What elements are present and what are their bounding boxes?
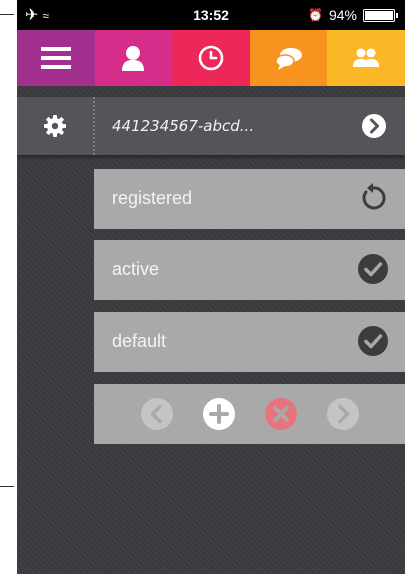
- hamburger-icon: [40, 47, 71, 69]
- refresh-icon[interactable]: [357, 182, 389, 219]
- tab-chat[interactable]: [249, 30, 328, 86]
- row-label: default: [112, 331, 167, 351]
- group-icon: [353, 48, 380, 67]
- device-go-button[interactable]: [361, 113, 387, 144]
- edge-marker-bottom: [0, 486, 14, 487]
- row-label: registered: [112, 188, 193, 208]
- x-circle-icon: [264, 398, 297, 430]
- battery-fill: [365, 10, 394, 20]
- chat-bubbles-icon: [274, 48, 302, 70]
- chevron-left-circle-icon: [140, 398, 173, 430]
- status-row-active[interactable]: active: [94, 240, 405, 300]
- row-label: active: [112, 259, 160, 279]
- phone-screen: ✈≈ 13:52 ⏰ 94% 441234567-abcd... registe…: [17, 0, 405, 574]
- status-bar: ✈≈ 13:52 ⏰ 94%: [17, 0, 405, 30]
- status-row-default[interactable]: default: [94, 312, 405, 372]
- next-button[interactable]: [326, 397, 360, 431]
- gear-icon: [44, 115, 66, 137]
- add-button[interactable]: [202, 397, 236, 431]
- tab-history[interactable]: [172, 30, 250, 86]
- tab-bar: [17, 30, 405, 86]
- check-circle-icon[interactable]: [357, 253, 389, 290]
- battery-text: 94%: [328, 7, 357, 23]
- check-circle-icon[interactable]: [357, 325, 389, 362]
- previous-button[interactable]: [140, 397, 174, 431]
- action-bar: [94, 384, 405, 444]
- device-bar: 441234567-abcd...: [17, 97, 405, 155]
- battery-icon: [363, 8, 398, 22]
- plus-circle-icon: [202, 398, 235, 430]
- tab-profile[interactable]: [94, 30, 173, 86]
- settings-button[interactable]: [17, 97, 95, 155]
- status-right: ⏰ 94%: [308, 7, 398, 23]
- tab-contacts[interactable]: [327, 30, 405, 86]
- user-icon: [122, 46, 145, 71]
- device-id-text: 441234567-abcd...: [112, 117, 255, 135]
- delete-button[interactable]: [264, 397, 298, 431]
- alarm-icon: ⏰: [308, 8, 323, 22]
- chevron-right-circle-icon: [326, 398, 359, 430]
- status-row-registered[interactable]: registered: [94, 169, 405, 229]
- tab-menu[interactable]: [17, 30, 95, 86]
- clock-icon: [198, 45, 224, 71]
- edge-marker-top: [0, 14, 14, 15]
- chevron-right-circle-icon: [362, 114, 386, 138]
